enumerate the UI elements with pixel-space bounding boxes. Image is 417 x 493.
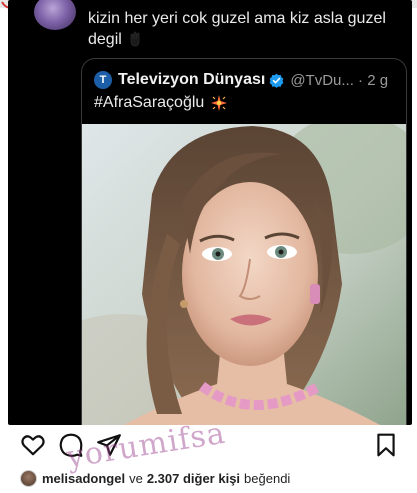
hashtag-row: #AfraSaraçoğlu	[94, 94, 228, 112]
sparkle-icon	[211, 95, 228, 111]
source-handle-time: @TvDu... · 2 g	[290, 71, 389, 89]
portrait-photo[interactable]	[82, 124, 407, 425]
quoted-post-header: T Televizyon Dünyası @TvDu... · 2 g	[94, 69, 388, 91]
likes-connector: ve	[129, 470, 143, 486]
bookmark-icon[interactable]	[373, 432, 399, 458]
heart-icon[interactable]	[20, 432, 46, 458]
hashtag-link[interactable]: #AfraSaraçoğlu	[94, 94, 204, 112]
likes-verb: beğendi	[244, 470, 291, 486]
send-icon[interactable]	[96, 432, 122, 458]
verified-badge-icon	[269, 73, 284, 88]
user-avatar[interactable]	[34, 0, 76, 30]
reply-text: kizin her yeri cok guzel ama kiz asla gu…	[88, 8, 388, 50]
dark-screenshot-card: kizin her yeri cok guzel ama kiz asla gu…	[8, 0, 412, 425]
source-name[interactable]: Televizyon Dünyası	[118, 71, 265, 89]
post-action-bar	[0, 430, 417, 462]
quoted-post[interactable]: T Televizyon Dünyası @TvDu... · 2 g #Afr…	[81, 58, 407, 425]
liker-username[interactable]: melisadongel	[42, 471, 125, 486]
likes-others-count[interactable]: 2.307 diğer kişi	[147, 471, 240, 486]
likes-summary[interactable]: melisadongel ve 2.307 diğer kişi beğendi	[20, 468, 290, 488]
source-logo[interactable]: T	[94, 71, 112, 89]
liker-avatar[interactable]	[20, 469, 37, 487]
comment-icon[interactable]	[58, 432, 84, 458]
hand-emoji-icon	[130, 31, 140, 47]
